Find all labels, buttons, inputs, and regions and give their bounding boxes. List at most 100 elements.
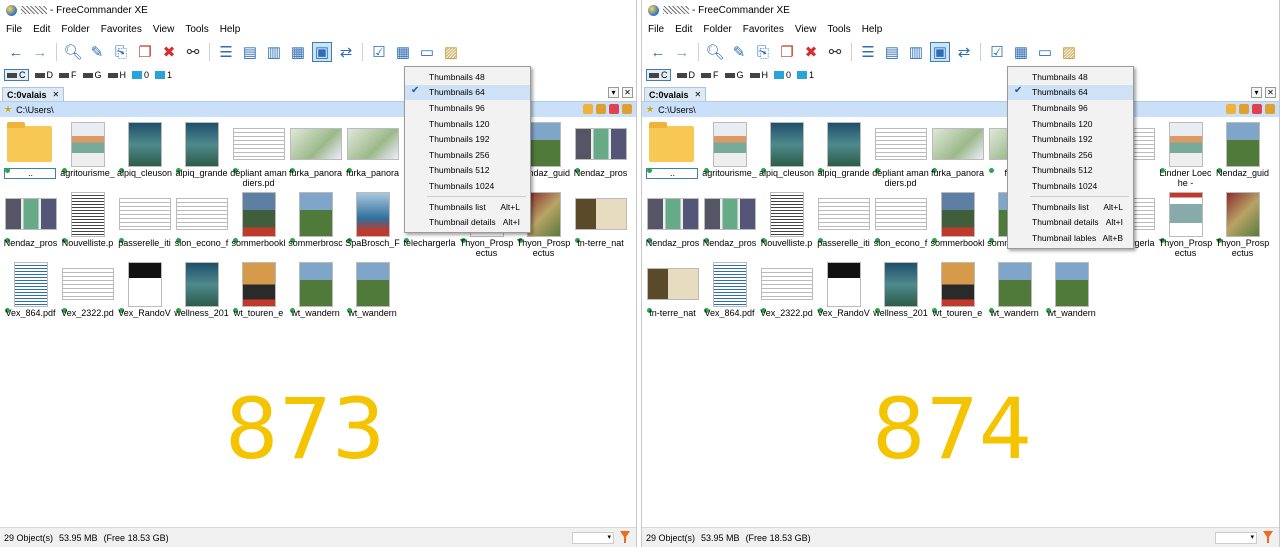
- drive-f[interactable]: F: [701, 70, 719, 80]
- file-item[interactable]: sommerbookl: [929, 190, 986, 260]
- folder-favorites-icon[interactable]: [596, 104, 606, 114]
- file-item[interactable]: sommerbrosc: [287, 190, 344, 260]
- file-item[interactable]: alpiq_cleuson: [758, 120, 815, 190]
- menu-item-thumbnail-size[interactable]: Thumbnails 256: [405, 147, 530, 163]
- file-item[interactable]: agritourisme_: [701, 120, 758, 190]
- monitor-icon[interactable]: ▭: [417, 42, 437, 62]
- edit-pen-icon[interactable]: ✎: [87, 42, 107, 62]
- drive-c[interactable]: C: [4, 69, 29, 81]
- drive-1[interactable]: 1: [797, 70, 814, 80]
- file-item[interactable]: wellness_201: [872, 260, 929, 330]
- menu-item-thumbnail-size[interactable]: Thumbnails 512: [405, 163, 530, 179]
- thumbnail-view-icon[interactable]: ▣: [312, 42, 332, 62]
- drive-f[interactable]: F: [59, 70, 77, 80]
- archive-icon[interactable]: ▨: [1059, 42, 1079, 62]
- menu-view[interactable]: View: [153, 24, 175, 35]
- file-item[interactable]: ..: [644, 120, 701, 190]
- tab-list-dropdown[interactable]: ▾: [1251, 87, 1262, 98]
- edit-pen-icon[interactable]: ✎: [729, 42, 749, 62]
- path-bar[interactable]: ★ C:\Users\: [642, 102, 1279, 117]
- menu-file[interactable]: File: [6, 24, 22, 35]
- file-item[interactable]: furka_panora: [344, 120, 401, 190]
- file-item[interactable]: Thyon_Prospectus: [1157, 190, 1214, 260]
- menu-help[interactable]: Help: [862, 24, 883, 35]
- back-arrow-icon[interactable]: ←: [648, 42, 668, 62]
- menu-item-thumbnail-size[interactable]: Thumbnails 120: [1008, 116, 1133, 132]
- menu-item-thumbnail-size[interactable]: Thumbnails 48: [405, 69, 530, 85]
- menu-favorites[interactable]: Favorites: [743, 24, 784, 35]
- file-item[interactable]: Nendaz_pros: [644, 190, 701, 260]
- file-item[interactable]: wt_wandern: [344, 260, 401, 330]
- drive-0[interactable]: 0: [132, 70, 149, 80]
- menu-tools[interactable]: Tools: [185, 24, 208, 35]
- file-item[interactable]: wt_touren_e: [230, 260, 287, 330]
- menu-edit[interactable]: Edit: [33, 24, 50, 35]
- file-item[interactable]: SpaBrosch_F: [344, 190, 401, 260]
- back-arrow-icon[interactable]: ←: [6, 42, 26, 62]
- close-icon[interactable]: ✕: [1265, 87, 1276, 98]
- file-item[interactable]: alpiq_cleuson: [116, 120, 173, 190]
- checklist-icon[interactable]: ☑: [369, 42, 389, 62]
- file-item[interactable]: dépliant amandiers.pd: [230, 120, 287, 190]
- menu-item-thumbnail-size[interactable]: Thumbnails 256: [1008, 147, 1133, 163]
- file-item[interactable]: Vex_2322.pd: [758, 260, 815, 330]
- menu-item-thumbnail-mode[interactable]: Thumbnail details Alt+I: [1008, 214, 1133, 230]
- file-item[interactable]: furka_panora: [929, 120, 986, 190]
- menu-edit[interactable]: Edit: [675, 24, 692, 35]
- new-file-icon[interactable]: ⎘: [753, 42, 773, 62]
- menu-file[interactable]: File: [648, 24, 664, 35]
- file-item[interactable]: Vex_RandoV: [116, 260, 173, 330]
- file-item[interactable]: Vex_2322.pd: [59, 260, 116, 330]
- menu-item-thumbnail-size[interactable]: Thumbnails 1024: [405, 178, 530, 194]
- drive-c[interactable]: C: [646, 69, 671, 81]
- file-item[interactable]: wt_wandern: [287, 260, 344, 330]
- forward-arrow-icon[interactable]: →: [672, 42, 692, 62]
- menu-item-thumbnail-size[interactable]: Thumbnails 96: [405, 100, 530, 116]
- single-panel-icon[interactable]: ▤: [882, 42, 902, 62]
- menu-item-thumbnail-mode[interactable]: Thumbnail lables Alt+B: [1008, 230, 1133, 246]
- file-item[interactable]: sion_econo_f: [872, 190, 929, 260]
- file-item[interactable]: Vex_864.pdf: [701, 260, 758, 330]
- file-item[interactable]: tn-terre_nat: [644, 260, 701, 330]
- archive-icon[interactable]: ▨: [441, 42, 461, 62]
- history-icon[interactable]: [583, 104, 593, 114]
- delete-icon[interactable]: ✖: [801, 42, 821, 62]
- menu-item-thumbnail-size[interactable]: Thumbnails 192: [1008, 131, 1133, 147]
- delete-icon[interactable]: ✖: [159, 42, 179, 62]
- menu-item-thumbnail-size[interactable]: Thumbnails 48: [1008, 69, 1133, 85]
- file-item[interactable]: passerelle_iti: [815, 190, 872, 260]
- filter-icon[interactable]: [620, 531, 630, 543]
- file-item[interactable]: Vex_RandoV: [815, 260, 872, 330]
- menu-item-thumbnail-size[interactable]: Thumbnails 120: [405, 116, 530, 132]
- menu-view[interactable]: View: [795, 24, 817, 35]
- search-icon[interactable]: 🔍︎: [705, 42, 725, 62]
- drive-g[interactable]: G: [724, 70, 744, 80]
- file-item[interactable]: sion_econo_f: [173, 190, 230, 260]
- file-item[interactable]: sommerbookl: [230, 190, 287, 260]
- drive-h[interactable]: H: [749, 70, 768, 80]
- menu-folder[interactable]: Folder: [61, 24, 89, 35]
- file-item[interactable]: wt_wandern: [1043, 260, 1100, 330]
- folder-favorites-icon[interactable]: [1239, 104, 1249, 114]
- folder-up-icon[interactable]: [1265, 104, 1275, 114]
- filter-combo[interactable]: ▾: [1215, 532, 1257, 544]
- binoculars-icon[interactable]: ⚯: [825, 42, 845, 62]
- file-item[interactable]: alpiq_grande: [173, 120, 230, 190]
- menu-item-thumbnail-size[interactable]: Thumbnails 512: [1008, 163, 1133, 179]
- filter-combo[interactable]: ▾: [572, 532, 614, 544]
- favorite-star-icon[interactable]: ★: [646, 104, 654, 115]
- drive-0[interactable]: 0: [774, 70, 791, 80]
- refresh-sync-icon[interactable]: ⇄: [336, 42, 356, 62]
- tree-view-icon[interactable]: ☰: [216, 42, 236, 62]
- drive-1[interactable]: 1: [155, 70, 172, 80]
- new-file-icon[interactable]: ⎘: [111, 42, 131, 62]
- dual-panel-icon[interactable]: ▥: [264, 42, 284, 62]
- tree-view-icon[interactable]: ☰: [858, 42, 878, 62]
- menu-favorites[interactable]: Favorites: [101, 24, 142, 35]
- details-view-icon[interactable]: ▦: [288, 42, 308, 62]
- close-tab-icon[interactable]: ✕: [695, 90, 702, 99]
- file-item[interactable]: dépliant amandiers.pd: [872, 120, 929, 190]
- menu-folder[interactable]: Folder: [703, 24, 731, 35]
- file-item[interactable]: tn-terre_nat: [572, 190, 629, 260]
- heart-icon[interactable]: [609, 104, 619, 114]
